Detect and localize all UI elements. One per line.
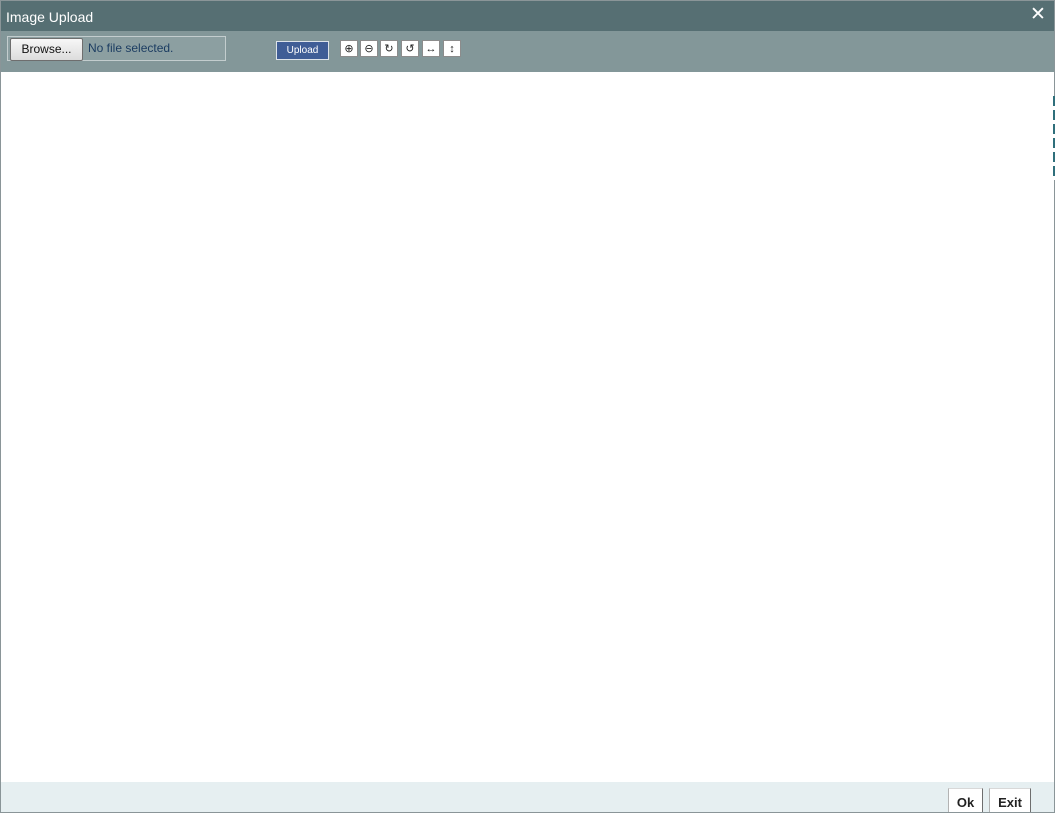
file-status-text: No file selected.	[88, 41, 174, 55]
toolbar: Browse... No file selected. Upload ⊕ ⊖ ↻…	[1, 31, 1054, 72]
dialog-footer: Ok Exit	[1, 782, 1054, 812]
flip-vertical-icon[interactable]: ↕	[443, 40, 461, 57]
title-bar: Image Upload ✕	[1, 1, 1054, 31]
ok-button[interactable]: Ok	[948, 788, 983, 812]
zoom-in-icon[interactable]: ⊕	[340, 40, 358, 57]
image-upload-dialog: Image Upload ✕ Browse... No file selecte…	[0, 0, 1055, 813]
image-preview-area[interactable]	[1, 72, 1054, 782]
dialog-title: Image Upload	[6, 9, 94, 25]
file-input[interactable]: Browse... No file selected.	[7, 36, 226, 61]
rotate-left-icon[interactable]: ↺	[401, 40, 419, 57]
upload-button[interactable]: Upload	[276, 41, 329, 60]
zoom-out-icon[interactable]: ⊖	[360, 40, 378, 57]
flip-horizontal-icon[interactable]: ↔	[422, 40, 440, 57]
exit-button[interactable]: Exit	[989, 788, 1031, 812]
rotate-right-icon[interactable]: ↻	[380, 40, 398, 57]
close-icon[interactable]: ✕	[1028, 4, 1048, 26]
browse-button[interactable]: Browse...	[10, 38, 83, 61]
